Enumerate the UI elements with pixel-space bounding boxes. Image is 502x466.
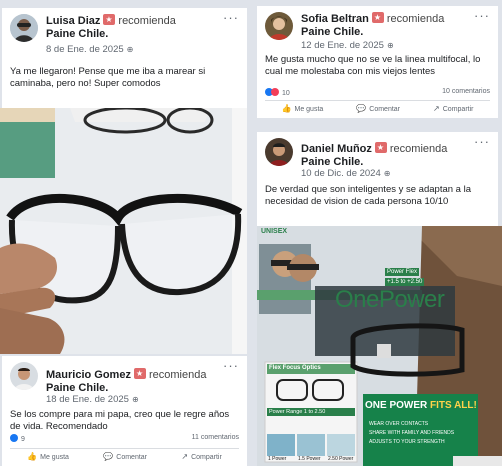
recommends-label: recomienda <box>148 369 207 381</box>
more-horizontal-icon[interactable]: ··· <box>223 10 239 25</box>
avatar[interactable] <box>10 362 38 390</box>
box-tagline: ONE POWER FITS ALL! <box>365 400 477 411</box>
box-unisex-label: UNISEX <box>261 228 288 235</box>
box-features: WEAR OVER CONTACTS SHARE WITH FAMILY AND… <box>369 420 454 447</box>
thumbs-up-icon: 👍 <box>281 104 292 113</box>
tagline-fits-all: FITS ALL! <box>430 400 477 411</box>
post-card-sofia: Sofia Beltran recomienda Paine Chile. 12 … <box>257 6 498 118</box>
share-label: Compartir <box>442 106 474 113</box>
share-button[interactable]: ↗ Compartir <box>433 104 473 113</box>
more-horizontal-icon[interactable]: ··· <box>474 134 490 149</box>
like-button[interactable]: 👍 Me gusta <box>27 452 69 461</box>
post-text: Se los compre para mi papa, creo que le … <box>10 409 230 432</box>
author-name[interactable]: Daniel Muñoz <box>301 143 372 155</box>
box-power-flex: Power Flex <box>385 268 420 276</box>
post-date: 18 de Ene. de 2025 ⊕ <box>46 394 139 405</box>
author-name[interactable]: Sofia Beltran <box>301 13 369 25</box>
avatar[interactable] <box>265 12 293 40</box>
share-icon: ↗ <box>433 104 440 113</box>
post-text: Ya me llegaron! Pense que me iba a marea… <box>10 66 206 89</box>
like-label: Me gusta <box>294 106 324 113</box>
box-power-label-2: 1.5 Power <box>298 456 321 462</box>
date-text[interactable]: 12 de Ene. de 2025 <box>301 40 384 51</box>
share-button[interactable]: ↗ Compartir <box>181 452 221 461</box>
recommend-icon <box>103 14 116 25</box>
box-power-range: +1.5 to +2.50 <box>385 278 425 286</box>
comment-label: Comentar <box>369 106 401 113</box>
reaction-count[interactable]: 9 <box>21 436 25 443</box>
post-date: 8 de Ene. de 2025 ⊕ <box>46 44 133 55</box>
recommend-icon <box>374 142 387 153</box>
post-date: 12 de Ene. de 2025 ⊕ <box>301 40 394 51</box>
post-card-mauricio: Mauricio Gomez recomienda Paine Chile. 18… <box>2 356 247 466</box>
date-text[interactable]: 8 de Ene. de 2025 <box>46 44 124 55</box>
date-text[interactable]: 10 de Dic. de 2024 <box>301 168 381 179</box>
love-reaction-icon <box>271 88 279 96</box>
comment-count[interactable]: 10 comentarios <box>442 88 490 95</box>
comment-icon: 💬 <box>103 452 114 461</box>
tagline-one-power: ONE POWER <box>365 400 428 411</box>
comment-icon: 💬 <box>356 104 367 113</box>
author-name[interactable]: Luisa Diaz <box>46 15 100 27</box>
post-date: 10 de Dic. de 2024 ⊕ <box>301 168 390 179</box>
post-stats: 9 11 comentarios <box>10 434 239 443</box>
post-photo-glasses-hand[interactable] <box>0 108 247 354</box>
box-flex-focus: Flex Focus Optics <box>269 365 321 371</box>
post-header: Sofia Beltran recomienda Paine Chile. 12 … <box>257 6 498 51</box>
post-card-luisa: Luisa Diaz recomienda Paine Chile. 8 de E… <box>2 8 247 108</box>
post-header: Luisa Diaz recomienda Paine Chile. 8 de E… <box>2 8 247 55</box>
like-reaction-icon <box>10 434 18 442</box>
post-text: Me gusta mucho que no se ve la linea mul… <box>265 54 481 77</box>
comment-button[interactable]: 💬 Comentar <box>103 452 147 461</box>
globe-icon: ⊕ <box>126 45 134 54</box>
post-actions: 👍 Me gusta 💬 Comentar ↗ Compartir <box>265 100 490 113</box>
thumbs-up-icon: 👍 <box>27 452 38 461</box>
post-stats: 10 10 comentarios <box>265 88 490 97</box>
author-line: Mauricio Gomez recomienda Paine Chile. <box>46 368 206 395</box>
share-label: Compartir <box>191 454 222 461</box>
comment-label: Comentar <box>116 454 147 461</box>
globe-icon: ⊕ <box>386 41 394 50</box>
date-text[interactable]: 18 de Ene. de 2025 <box>46 394 129 405</box>
author-name[interactable]: Mauricio Gomez <box>46 369 131 381</box>
more-horizontal-icon[interactable]: ··· <box>474 8 490 23</box>
author-line: Daniel Muñoz recomienda Paine Chile. <box>301 142 447 169</box>
share-icon: ↗ <box>181 452 189 461</box>
box-power-label-1: 1 Power <box>268 456 287 462</box>
page-name[interactable]: Paine Chile. <box>46 28 108 40</box>
page-name[interactable]: Paine Chile. <box>46 382 108 394</box>
recommend-icon <box>133 368 146 379</box>
globe-icon: ⊕ <box>383 169 391 178</box>
box-feature: ADJUSTS TO YOUR STRENGTH <box>369 439 445 445</box>
more-horizontal-icon[interactable]: ··· <box>223 358 239 373</box>
recommends-label: recomienda <box>118 15 176 27</box>
post-header: Mauricio Gomez recomienda Paine Chile. 18… <box>2 356 247 405</box>
box-feature: SHARE WITH FAMILY AND FRIENDS <box>369 430 455 436</box>
post-photo-product-box[interactable]: UNISEX Power Flex +1.5 to +2.50 OnePower… <box>257 226 502 466</box>
comment-count[interactable]: 11 comentarios <box>192 434 239 441</box>
like-button[interactable]: 👍 Me gusta <box>282 104 324 113</box>
box-power-label-3: 2.50 Power <box>328 456 354 462</box>
reaction-count[interactable]: 10 <box>282 90 290 97</box>
recommends-label: recomienda <box>389 143 448 155</box>
recommend-icon <box>371 12 384 23</box>
post-text: De verdad que son inteligentes y se adap… <box>265 184 471 207</box>
page-name[interactable]: Paine Chile. <box>301 26 363 38</box>
globe-icon: ⊕ <box>131 395 139 404</box>
post-actions: 👍 Me gusta 💬 Comentar ↗ Compartir <box>10 448 239 461</box>
post-header: Daniel Muñoz recomienda Paine Chile. 10 d… <box>257 132 498 179</box>
avatar[interactable] <box>265 138 293 166</box>
recommends-label: recomienda <box>386 13 445 25</box>
box-feature: WEAR OVER CONTACTS <box>369 421 429 427</box>
box-power-range-small: Power Range 1 to 2.50 <box>269 409 326 415</box>
like-label: Me gusta <box>40 454 69 461</box>
author-line: Luisa Diaz recomienda Paine Chile. <box>46 14 176 41</box>
post-card-daniel: Daniel Muñoz recomienda Paine Chile. 10 d… <box>257 132 498 226</box>
box-brand: OnePower <box>335 286 445 313</box>
page-name[interactable]: Paine Chile. <box>301 156 363 168</box>
avatar[interactable] <box>10 14 38 42</box>
comment-button[interactable]: 💬 Comentar <box>356 104 400 113</box>
author-line: Sofia Beltran recomienda Paine Chile. <box>301 12 444 39</box>
